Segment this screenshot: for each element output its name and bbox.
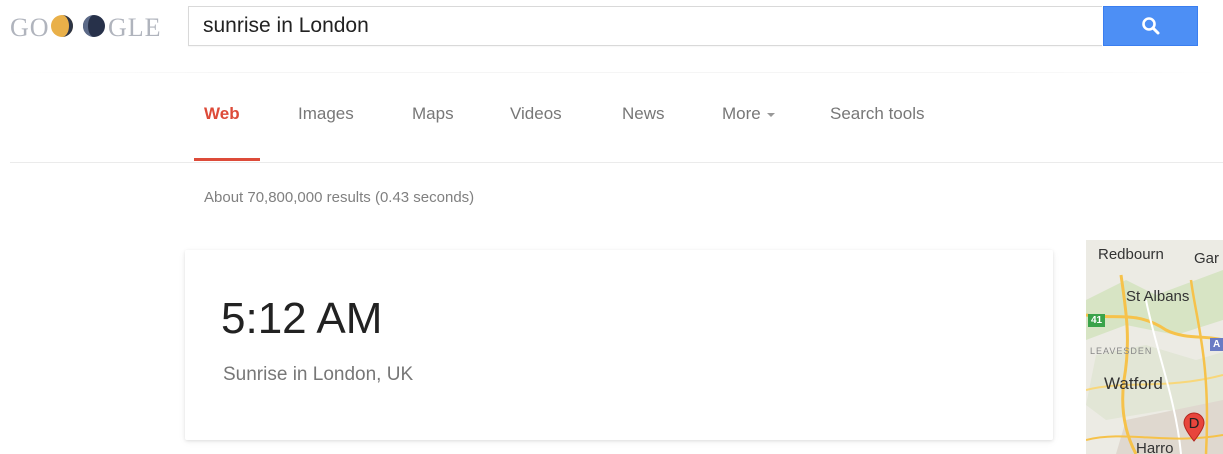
tab-search-tools[interactable]: Search tools [830, 104, 925, 124]
google-logo[interactable]: GO GLE [10, 10, 170, 44]
logo-graphic: GO GLE [10, 13, 162, 42]
svg-text:GO: GO [10, 13, 50, 42]
road-badge-green: 41 [1088, 314, 1106, 327]
map-thumbnail[interactable]: Redbourn Gar St Albans 41 A LEAVESDEN Wa… [1086, 240, 1223, 454]
tab-web[interactable]: Web [204, 104, 240, 124]
tabs-divider [10, 162, 1223, 163]
result-stats: About 70,800,000 results (0.43 seconds) [204, 189, 475, 206]
search-box[interactable] [188, 6, 1102, 46]
active-tab-indicator [194, 158, 260, 161]
map-label-st-albans: St Albans [1126, 288, 1190, 305]
sunrise-description: Sunrise in London, UK [223, 364, 414, 385]
map-label-watford: Watford [1104, 374, 1163, 393]
map-label-leavesden: LEAVESDEN [1090, 346, 1153, 356]
tab-more[interactable]: More [722, 104, 775, 124]
sunrise-time: 5:12 AM [221, 294, 383, 343]
tab-maps[interactable]: Maps [412, 104, 454, 124]
header-divider [0, 72, 1223, 73]
tab-videos[interactable]: Videos [510, 104, 562, 124]
map-marker-icon[interactable]: D [1182, 412, 1206, 442]
map-marker-label: D [1188, 415, 1200, 432]
tab-images[interactable]: Images [298, 104, 354, 124]
caret-down-icon [766, 112, 775, 117]
svg-text:GLE: GLE [108, 13, 162, 42]
sunrise-answer-card: 5:12 AM Sunrise in London, UK [185, 250, 1053, 440]
search-tabs: Web Images Maps Videos News More Search … [0, 104, 1223, 164]
search-input[interactable] [203, 7, 1083, 45]
road-badge-blue: A [1210, 338, 1223, 351]
search-button[interactable] [1103, 6, 1198, 46]
map-label-gar: Gar [1194, 250, 1220, 267]
search-icon [1141, 17, 1159, 35]
map-label-harrow: Harro [1136, 440, 1174, 454]
tab-news[interactable]: News [622, 104, 665, 124]
map-label-redbourn: Redbourn [1098, 246, 1164, 263]
tab-more-label: More [722, 104, 761, 123]
